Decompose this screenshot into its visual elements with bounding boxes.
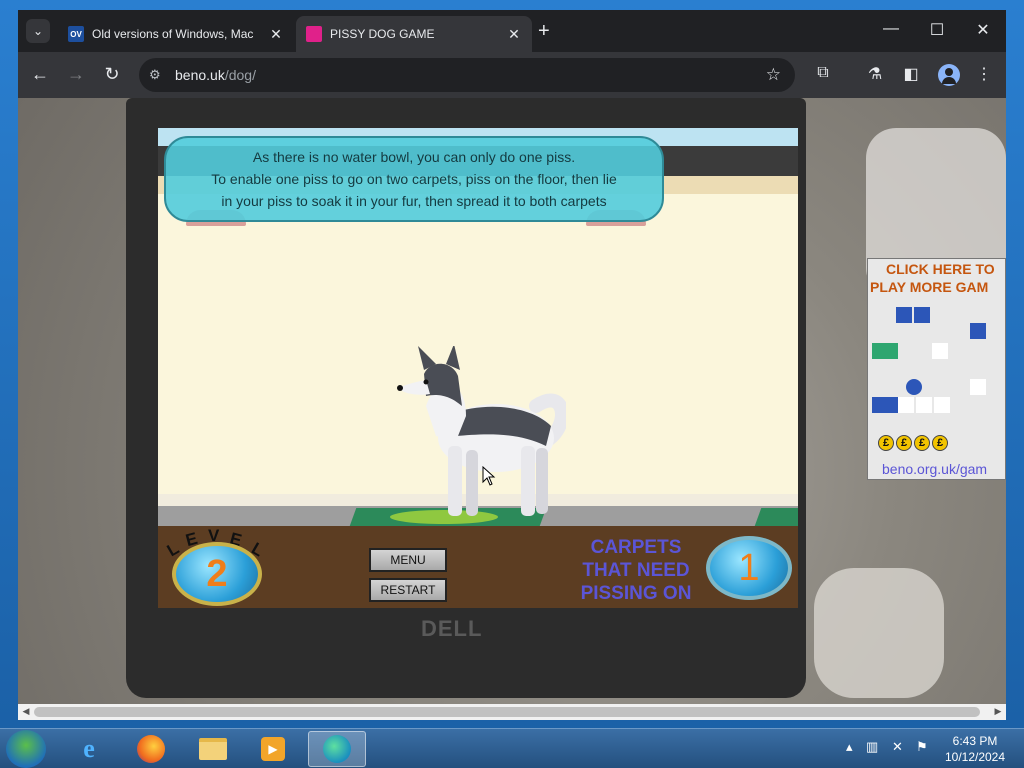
labs-flask-icon[interactable]: ⚗ (864, 64, 886, 84)
site-info-icon[interactable]: ⚙ (149, 67, 161, 83)
new-tab-button[interactable]: + (538, 21, 550, 41)
menu-kebab-icon[interactable]: ⋮ (973, 64, 995, 84)
scroll-right-icon[interactable]: ▶ (990, 706, 1006, 717)
ad-url: beno.org.uk/gam (882, 461, 988, 477)
ad-block (882, 397, 898, 413)
ad-block (934, 397, 950, 413)
browser-toolbar: ← → ↻ ⚙ beno.uk/dog/ ☆ ⧉ ⚗ ◧ ⋮ (18, 52, 1006, 98)
more-games-ad[interactable]: CLICK HERE TO PLAY MORE GAM £ £ £ £ beno… (867, 258, 1006, 480)
ad-block (898, 397, 914, 413)
start-button-icon[interactable] (6, 730, 46, 768)
coin-icon: £ (914, 435, 930, 451)
ad-line-2: PLAY MORE GAM (870, 279, 989, 295)
carpets-count: 1 (738, 546, 760, 589)
clock-time: 6:43 PM (952, 734, 998, 748)
game-canvas[interactable]: As there is no water bowl, you can only … (158, 128, 798, 608)
ad-block (932, 343, 948, 359)
firefox-icon[interactable] (126, 731, 176, 767)
carpets-count-badge: 1 (706, 536, 792, 600)
ad-character-icon (906, 379, 922, 395)
carpets-label: CARPETS THAT NEED PISSING ON (568, 536, 704, 605)
internet-explorer-icon[interactable]: e (64, 731, 114, 767)
coin-icon: £ (896, 435, 912, 451)
level-number: 2 (206, 552, 228, 595)
page-viewport: DELL As there is no water bowl, you can … (18, 98, 1006, 720)
ad-line-1: CLICK HERE TO (886, 261, 995, 277)
minimize-icon[interactable]: — (879, 20, 903, 38)
side-panel-icon[interactable]: ◧ (900, 64, 922, 84)
back-icon[interactable]: ← (28, 64, 52, 84)
ad-block (916, 397, 932, 413)
instruction-line-1: As there is no water bowl, you can only … (252, 149, 576, 165)
husky-dog[interactable] (396, 346, 566, 522)
action-center-flag-icon[interactable]: ⚑ (916, 739, 928, 755)
file-explorer-icon[interactable] (188, 731, 238, 767)
instructions-bubble: As there is no water bowl, you can only … (164, 136, 664, 222)
media-player-icon[interactable]: ▶ (248, 731, 298, 767)
background-hand (814, 568, 944, 698)
show-hidden-icons-icon[interactable]: ▴ (846, 739, 853, 755)
close-window-icon[interactable]: ✕ (971, 20, 995, 40)
address-bar[interactable]: ⚙ beno.uk/dog/ ☆ (139, 58, 795, 92)
ad-block (970, 323, 986, 339)
scrollbar-thumb[interactable] (34, 707, 980, 717)
tab-pissy-dog-game[interactable]: PISSY DOG GAME ✕ (296, 16, 532, 52)
tab-old-versions[interactable]: OV Old versions of Windows, Mac ✕ (58, 16, 294, 52)
edge-browser-icon[interactable] (308, 731, 366, 767)
restart-button[interactable]: RESTART (369, 578, 447, 602)
close-tab-icon[interactable]: ✕ (268, 26, 284, 43)
tab-search-button[interactable]: ⌄ (26, 19, 50, 43)
ad-block (882, 343, 898, 359)
carpets-label-line-2: THAT NEED (582, 560, 690, 581)
clock-date: 10/12/2024 (944, 750, 1006, 764)
instruction-line-3: in your piss to soak it in your fur, the… (221, 193, 607, 209)
tab-strip: ⌄ OV Old versions of Windows, Mac ✕ PISS… (18, 10, 1006, 52)
mouse-cursor-icon (482, 466, 496, 486)
forward-icon[interactable]: → (64, 64, 88, 84)
ad-block (914, 307, 930, 323)
volume-muted-icon[interactable]: ✕ (892, 739, 903, 755)
ad-block (970, 379, 986, 395)
bookmark-star-icon[interactable]: ☆ (766, 65, 781, 85)
carpets-label-line-3: PISSING ON (580, 583, 692, 604)
reload-icon[interactable]: ↻ (100, 64, 124, 84)
maximize-icon[interactable]: ☐ (925, 20, 949, 40)
system-clock[interactable]: 6:43 PM 10/12/2024 (940, 733, 1010, 765)
profile-avatar-icon[interactable] (938, 64, 960, 86)
extensions-icon[interactable]: ⧉ (812, 64, 834, 82)
ad-block (896, 307, 912, 323)
tab-title: PISSY DOG GAME (330, 27, 435, 41)
browser-window: ⌄ OV Old versions of Windows, Mac ✕ PISS… (18, 10, 1006, 720)
horizontal-scrollbar[interactable]: ◀ ▶ (18, 704, 1006, 720)
oldversion-favicon-icon: OV (68, 26, 84, 42)
close-tab-icon[interactable]: ✕ (506, 26, 522, 43)
level-badge: 2 (172, 542, 262, 606)
coin-icon: £ (932, 435, 948, 451)
taskbar: e ▶ ▴ ▥ ✕ ⚑ 6:43 PM 10/12/2024 (0, 728, 1024, 768)
laptop-brand-logo: DELL (421, 616, 483, 641)
carpets-label-line-1: CARPETS (590, 537, 682, 558)
scroll-left-icon[interactable]: ◀ (18, 706, 34, 717)
menu-button[interactable]: MENU (369, 548, 447, 572)
instruction-line-2: To enable one piss to go on two carpets,… (211, 171, 617, 187)
tab-title: Old versions of Windows, Mac (92, 27, 254, 41)
coin-icon: £ (878, 435, 894, 451)
network-icon[interactable]: ▥ (866, 739, 878, 755)
carpet-2 (754, 508, 798, 526)
url-text: beno.uk/dog/ (175, 67, 256, 83)
game-favicon-icon (306, 26, 322, 42)
